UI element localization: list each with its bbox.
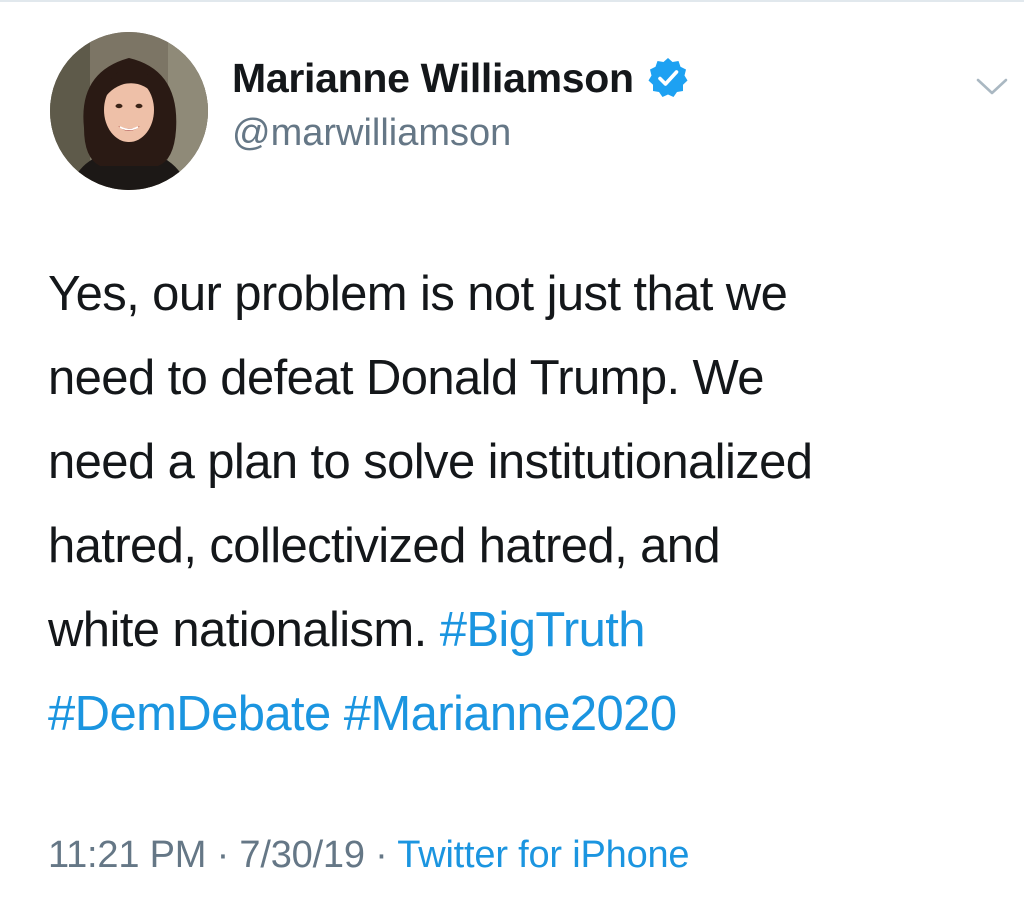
author-block: Marianne Williamson @marwilliamson	[232, 52, 690, 155]
tweet-text-line: need to defeat Donald Trump. We	[48, 336, 998, 420]
hashtag-link[interactable]: #BigTruth	[440, 603, 646, 657]
tweet-text-segment	[331, 687, 344, 741]
tweet-text-line: #DemDebate #Marianne2020	[48, 672, 998, 756]
tweet-text-segment: white nationalism.	[48, 603, 440, 657]
tweet-source-link[interactable]: Twitter for iPhone	[397, 834, 689, 876]
hashtag-link[interactable]: #DemDebate	[48, 687, 331, 741]
tweet-date[interactable]: 7/30/19	[239, 834, 365, 876]
tweet-text-segment: Yes, our problem is not just that we	[48, 267, 788, 321]
verified-badge-icon	[646, 56, 690, 100]
top-divider	[0, 0, 1024, 2]
author-handle[interactable]: @marwilliamson	[232, 112, 690, 155]
hashtag-link[interactable]: #Marianne2020	[344, 687, 677, 741]
display-name-row: Marianne Williamson	[232, 52, 690, 104]
tweet-text-line: white nationalism. #BigTruth	[48, 588, 998, 672]
chevron-down-icon[interactable]	[974, 74, 1010, 100]
tweet-text-segment: need a plan to solve institutionalized	[48, 435, 813, 489]
tweet-text-line: hatred, collectivized hatred, and	[48, 504, 998, 588]
avatar[interactable]	[50, 32, 208, 190]
tweet-text-line: Yes, our problem is not just that we	[48, 252, 998, 336]
meta-separator: ·	[206, 834, 240, 876]
tweet-text-line: need a plan to solve institutionalized	[48, 420, 998, 504]
tweet-meta: 11:21 PM · 7/30/19 · Twitter for iPhone	[48, 834, 690, 877]
tweet-card: Marianne Williamson @marwilliamson Yes, …	[0, 0, 1024, 908]
tweet-text-segment: need to defeat Donald Trump. We	[48, 351, 765, 405]
tweet-text-segment: hatred, collectivized hatred, and	[48, 519, 721, 573]
avatar-photo	[50, 32, 208, 190]
tweet-body: Yes, our problem is not just that we need…	[48, 252, 998, 756]
meta-separator: ·	[364, 834, 398, 876]
display-name[interactable]: Marianne Williamson	[232, 55, 634, 102]
tweet-time[interactable]: 11:21 PM	[48, 834, 206, 876]
